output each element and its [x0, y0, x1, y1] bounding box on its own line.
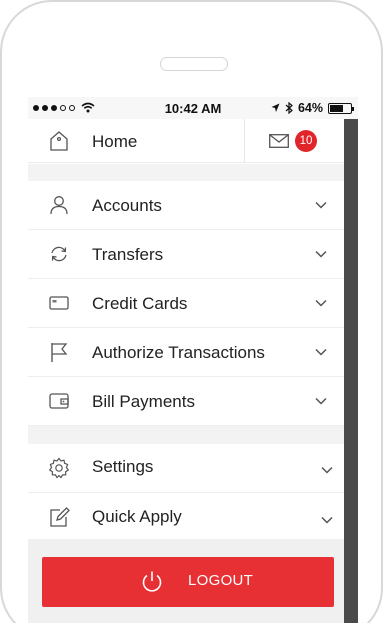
gear-icon	[48, 457, 70, 479]
home-link[interactable]: Home	[92, 132, 137, 152]
wallet-icon	[49, 393, 69, 409]
scrollbar[interactable]	[344, 119, 358, 623]
chevron-down-icon	[315, 397, 327, 405]
menu-item-credit-cards[interactable]: Credit Cards	[28, 279, 344, 328]
chevron-down-icon	[321, 466, 333, 474]
unread-badge[interactable]: 10	[295, 130, 317, 152]
menu-item-label: Transfers	[92, 245, 164, 264]
chevron-down-icon	[315, 299, 327, 307]
home-tag-icon	[50, 131, 68, 151]
menu-item-label: Authorize Transactions	[92, 343, 265, 362]
edit-form-icon	[50, 507, 70, 527]
status-bar: 10:42 AM 64%	[28, 97, 358, 119]
transfer-icon	[51, 246, 67, 262]
chevron-down-icon	[315, 201, 327, 209]
phone-speaker	[160, 57, 228, 71]
home-divider	[244, 119, 245, 163]
chevron-down-icon	[315, 348, 327, 356]
menu-item-label: Settings	[92, 457, 154, 476]
section-gap	[28, 164, 344, 181]
menu-item-label: Bill Payments	[92, 392, 195, 411]
navigation-menu: Home 10 Accounts Transfers Credit Cards …	[28, 119, 344, 623]
bluetooth-icon	[285, 102, 293, 114]
menu-item-label: Credit Cards	[92, 294, 188, 313]
chevron-down-icon	[315, 250, 327, 258]
flag-icon	[51, 343, 68, 362]
credit-card-icon	[49, 296, 69, 310]
location-arrow-icon	[271, 103, 280, 112]
battery-percent: 64%	[297, 101, 323, 115]
menu-item-settings[interactable]: Settings	[28, 444, 344, 493]
mail-icon[interactable]	[269, 134, 289, 148]
menu-item-quick-apply[interactable]: Quick Apply	[28, 493, 344, 542]
logout-label: LOGOUT	[188, 572, 254, 589]
menu-item-label: Accounts	[92, 196, 162, 215]
logout-area: LOGOUT	[28, 539, 344, 623]
logout-button[interactable]: LOGOUT	[42, 557, 334, 607]
user-icon	[50, 196, 68, 215]
menu-item-bill-payments[interactable]: Bill Payments	[28, 377, 344, 426]
menu-item-authorize-transactions[interactable]: Authorize Transactions	[28, 328, 344, 377]
home-row: Home 10	[28, 119, 344, 163]
menu-item-accounts[interactable]: Accounts	[28, 181, 344, 230]
menu-item-label: Quick Apply	[92, 507, 182, 526]
power-icon	[142, 571, 162, 592]
battery-icon	[328, 102, 354, 114]
chevron-down-icon	[321, 516, 333, 524]
menu-item-transfers[interactable]: Transfers	[28, 230, 344, 279]
app-screen: 10:42 AM 64% Home 10 Accounts Transfers …	[28, 97, 358, 623]
section-gap	[28, 426, 344, 444]
